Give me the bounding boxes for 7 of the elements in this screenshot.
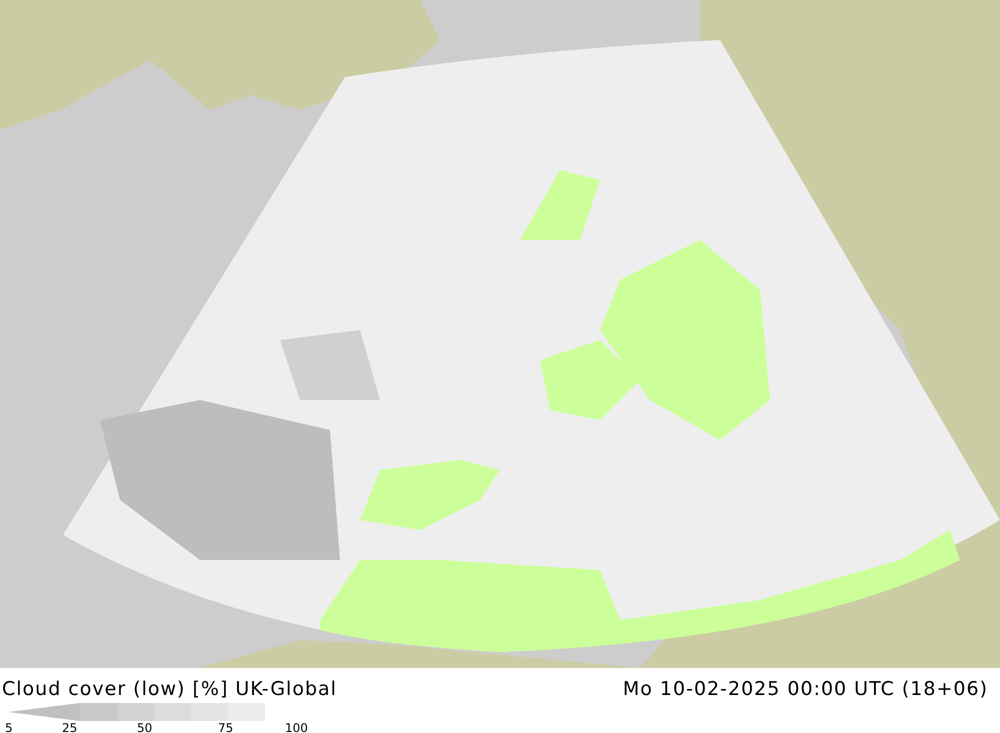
legend-tick-label: 25: [62, 722, 78, 733]
valid-time: Mo 10-02-2025 00:00 UTC (18+06): [622, 676, 989, 702]
legend-tick-label: 75: [218, 722, 234, 733]
legend-tick-label: 50: [137, 722, 152, 733]
legend-tick-label: 5: [5, 722, 13, 733]
map-title: Cloud cover (low) [%] UK-Global: [2, 676, 337, 702]
legend-tick-label: 100: [285, 722, 308, 733]
